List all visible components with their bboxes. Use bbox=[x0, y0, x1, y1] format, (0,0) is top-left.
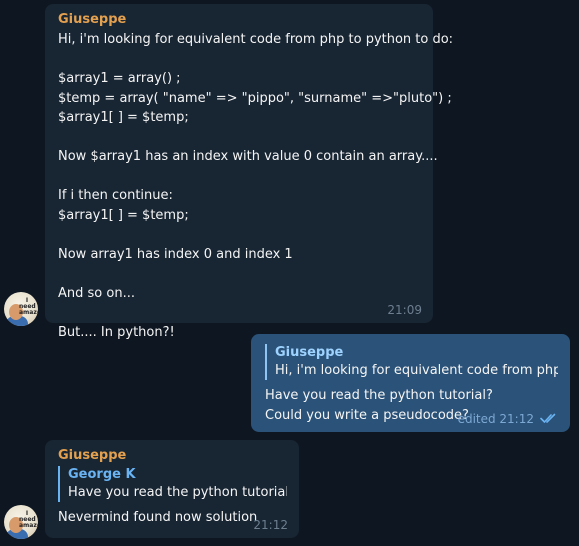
reply-quote[interactable]: George K Have you read the python tutori… bbox=[58, 466, 287, 502]
message-line: Hi, i'm looking for equivalent code from… bbox=[58, 32, 454, 47]
message-line: Now array1 has index 0 and index 1 bbox=[58, 246, 293, 262]
message-line: And so on... bbox=[58, 285, 135, 301]
quote-text: Hi, i'm looking for equivalent code from… bbox=[275, 363, 558, 378]
user-avatar[interactable]: I needamazon bbox=[4, 292, 38, 326]
message-bubble-incoming[interactable]: Giuseppe George K Have you read the pyth… bbox=[45, 440, 299, 538]
user-avatar[interactable]: I needamazon bbox=[4, 505, 38, 539]
message-line: If i then continue: bbox=[58, 188, 173, 203]
message-time: edited 21:12 bbox=[457, 412, 534, 426]
quote-sender-name: Giuseppe bbox=[275, 345, 344, 360]
message-line: Have you read the python tutorial? bbox=[265, 388, 493, 403]
message-time: 21:12 bbox=[253, 518, 288, 532]
message-text: Hi, i'm looking for equivalent code from… bbox=[58, 30, 454, 342]
double-check-icon bbox=[540, 413, 556, 423]
message-line bbox=[58, 128, 421, 148]
message-bubble-incoming[interactable]: Giuseppe Hi, i'm looking for equivalent … bbox=[45, 4, 453, 340]
message-line bbox=[58, 303, 421, 323]
quote-sender-name: George K bbox=[68, 467, 136, 482]
message-time: 21:09 bbox=[387, 303, 422, 317]
message-line bbox=[58, 225, 421, 245]
message-line bbox=[58, 50, 421, 70]
reply-quote[interactable]: Giuseppe Hi, i'm looking for equivalent … bbox=[265, 344, 558, 380]
quote-text: Have you read the python tutorial... bbox=[68, 485, 287, 500]
message-line: $temp = array( "name" => "pippo", "surna… bbox=[58, 90, 452, 106]
message-line: $array1 = array() ; bbox=[58, 71, 181, 86]
message-line bbox=[58, 167, 421, 187]
avatar-badge-text: I needamazon bbox=[19, 510, 38, 529]
message-line: $array1[ ] = $temp; bbox=[58, 110, 189, 125]
message-line: Now $array1 has an index with value 0 co… bbox=[58, 149, 438, 164]
message-line: $array1[ ] = $temp; bbox=[58, 207, 189, 223]
sender-name[interactable]: Giuseppe bbox=[58, 448, 287, 463]
message-bubble-outgoing[interactable]: Giuseppe Hi, i'm looking for equivalent … bbox=[251, 334, 570, 432]
sender-name[interactable]: Giuseppe bbox=[58, 12, 421, 27]
avatar-badge-text: I needamazon bbox=[19, 297, 38, 316]
message-line bbox=[58, 264, 421, 284]
